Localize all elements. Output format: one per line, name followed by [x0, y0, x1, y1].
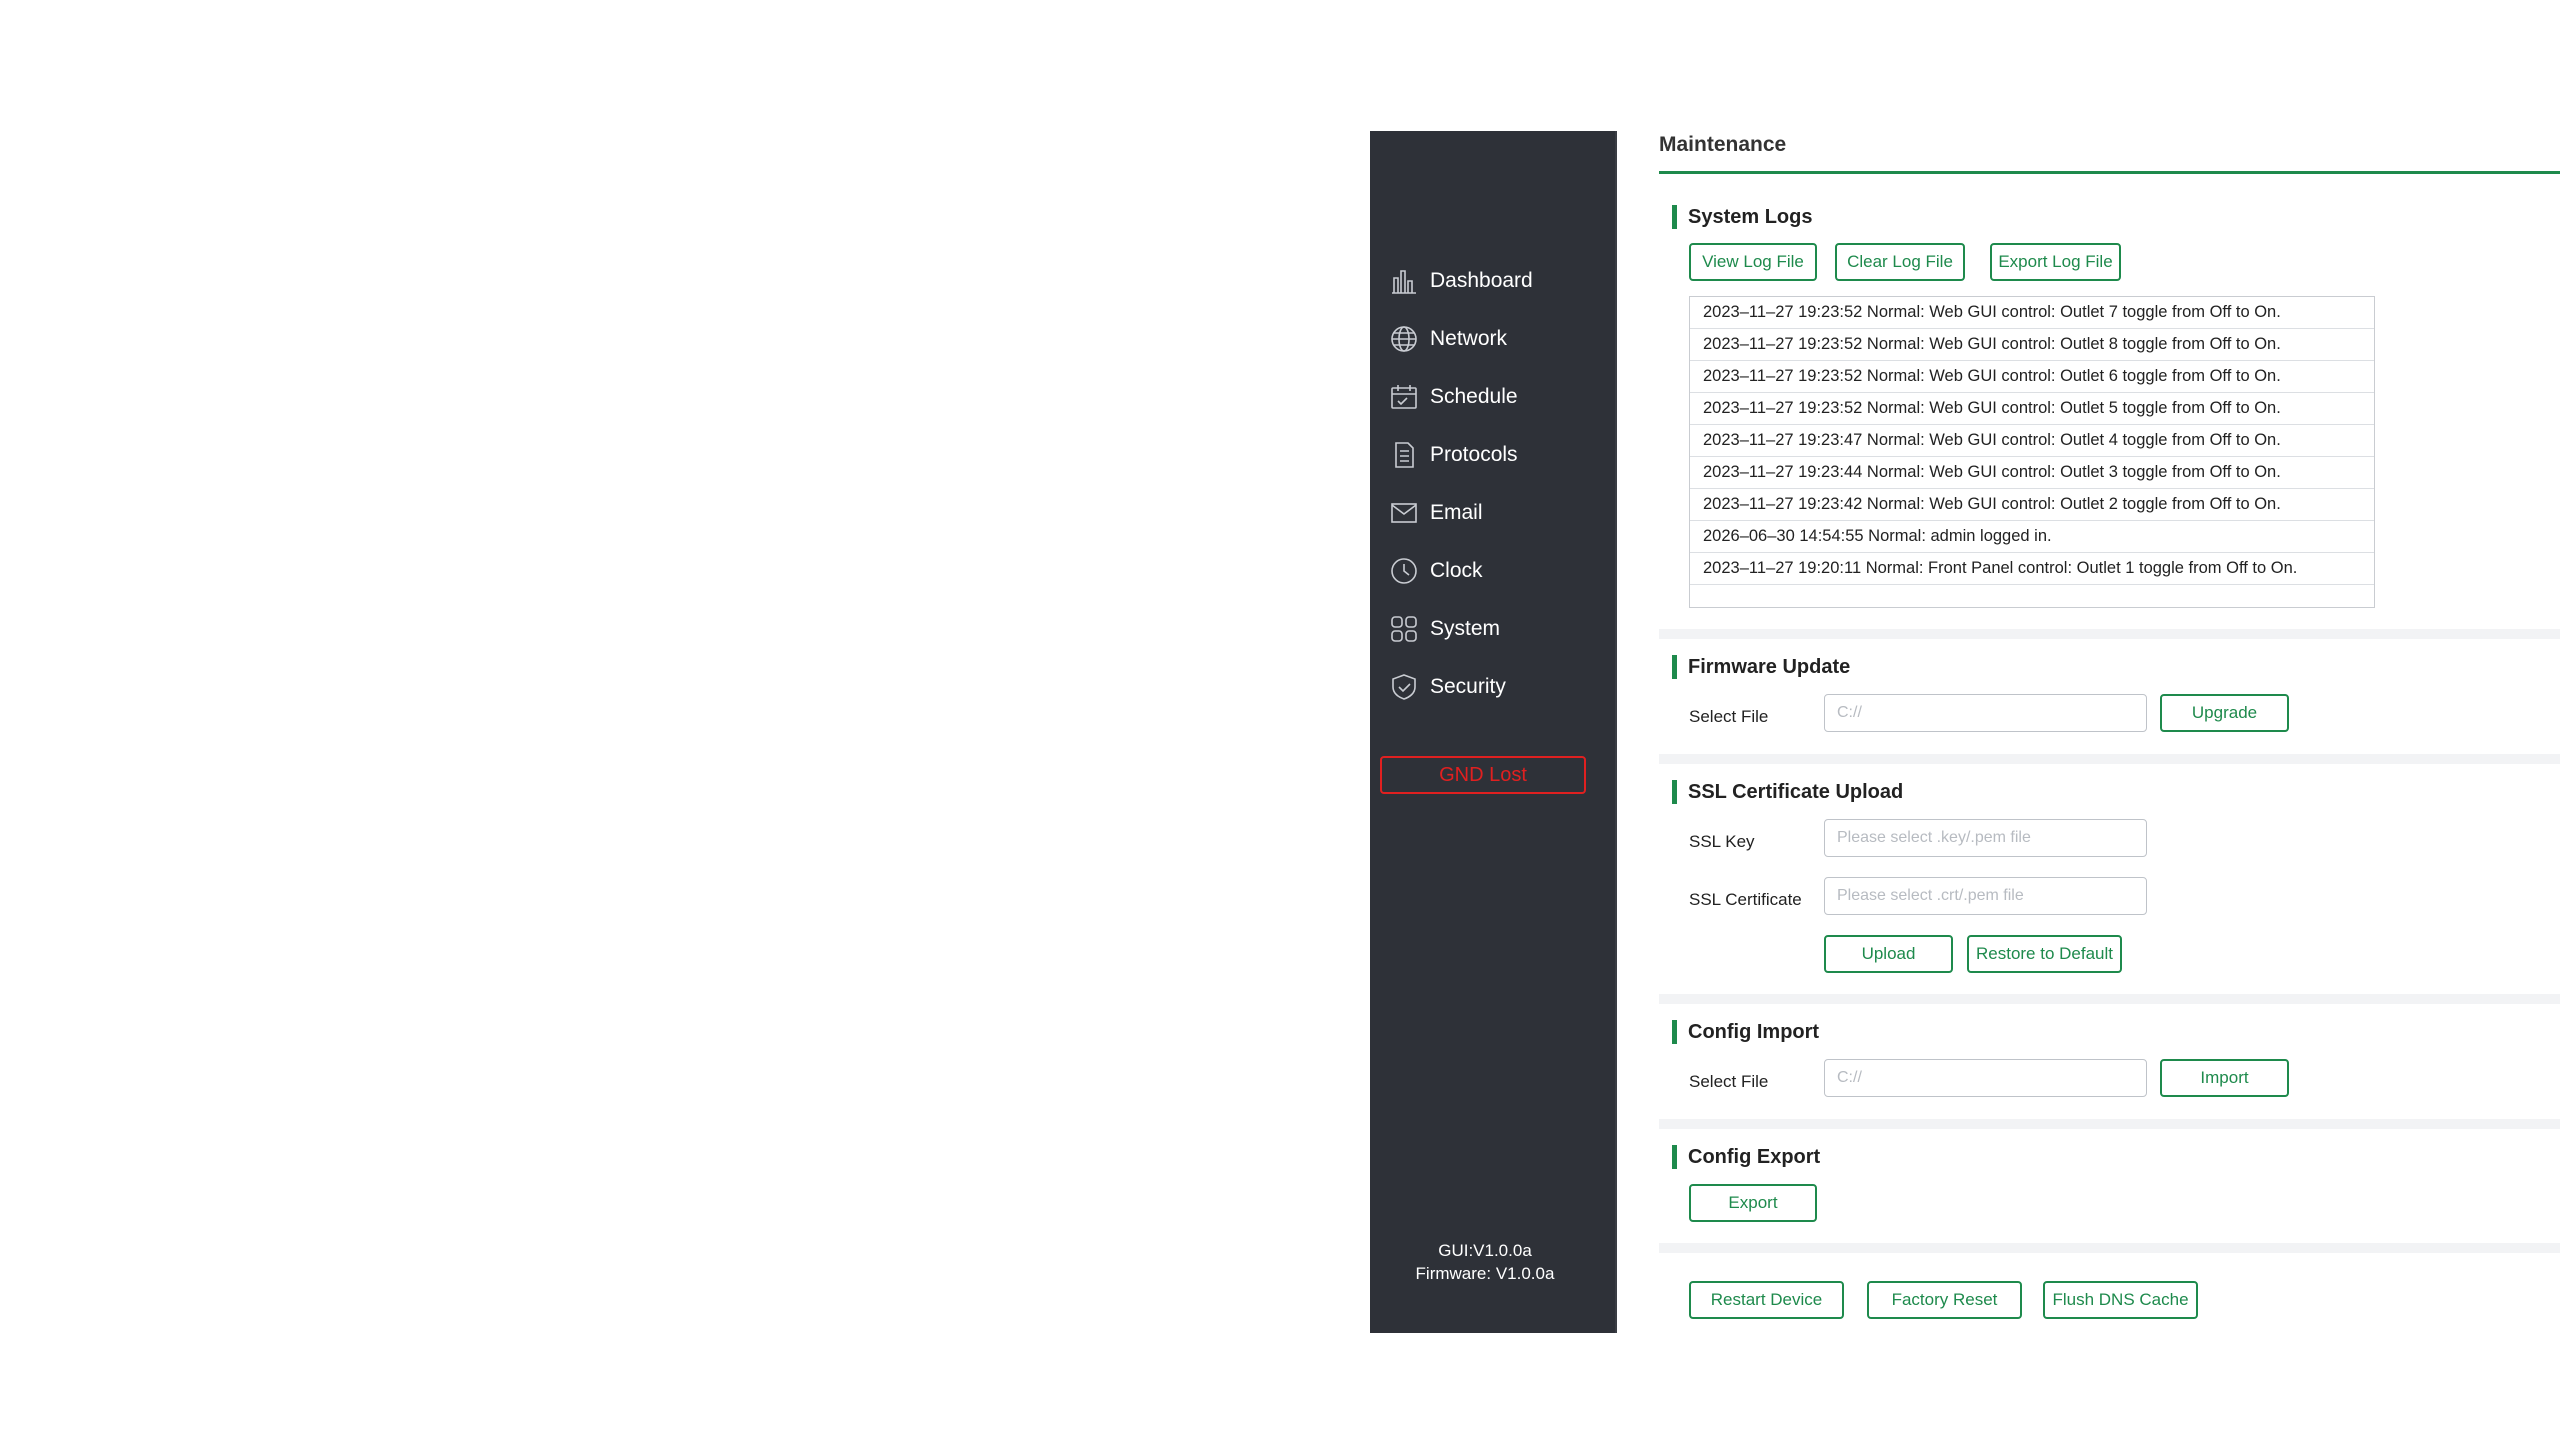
sidebar-item-clock[interactable]: Clock	[1388, 551, 1608, 591]
log-list[interactable]: 2023–11–27 19:23:52 Normal: Web GUI cont…	[1689, 296, 2375, 608]
log-entry: 2023–11–27 19:23:52 Normal: Web GUI cont…	[1690, 361, 2374, 393]
sidebar-item-network[interactable]: Network	[1388, 319, 1608, 359]
app-window: Dashboard Network Schedule Protocols Ema…	[1370, 131, 2560, 1333]
log-entry: 2026–06–30 14:54:55 Normal: admin logged…	[1690, 521, 2374, 553]
sidebar-item-schedule[interactable]: Schedule	[1388, 377, 1608, 417]
section-title-ssl: SSL Certificate Upload	[1672, 779, 1903, 805]
log-entry	[1690, 585, 2374, 616]
calendar-icon	[1388, 381, 1420, 413]
sidebar-item-label: Schedule	[1430, 385, 1518, 408]
import-button[interactable]: Import	[2160, 1059, 2289, 1097]
shield-icon	[1388, 671, 1420, 703]
firmware-file-input[interactable]: C://	[1824, 694, 2147, 732]
upgrade-button[interactable]: Upgrade	[2160, 694, 2289, 732]
ssl-key-label: SSL Key	[1689, 832, 1755, 851]
log-entry: 2023–11–27 19:23:52 Normal: Web GUI cont…	[1690, 393, 2374, 425]
sidebar-item-label: Dashboard	[1430, 269, 1533, 292]
sidebar-item-label: Clock	[1430, 559, 1483, 582]
envelope-icon	[1388, 497, 1420, 529]
log-entry: 2023–11–27 19:23:52 Normal: Web GUI cont…	[1690, 297, 2374, 329]
section-separator	[1659, 754, 2560, 764]
globe-icon	[1388, 323, 1420, 355]
section-title-system-logs: System Logs	[1672, 204, 1812, 230]
clear-log-button[interactable]: Clear Log File	[1835, 243, 1965, 281]
sidebar-item-dashboard[interactable]: Dashboard	[1388, 261, 1608, 301]
clock-icon	[1388, 555, 1420, 587]
sidebar-item-label: System	[1430, 617, 1501, 640]
gui-version: GUI:V1.0.0a	[1438, 1241, 1532, 1260]
select-file-label: Select File	[1689, 707, 1769, 726]
page-title: Maintenance	[1659, 133, 1787, 156]
export-button[interactable]: Export	[1689, 1184, 1817, 1222]
status-badge: GND Lost	[1380, 756, 1586, 794]
main-content: Maintenance System Logs View Log File Cl…	[1617, 131, 2560, 1333]
log-entry: 2023–11–27 19:23:52 Normal: Web GUI cont…	[1690, 329, 2374, 361]
sidebar-item-system[interactable]: System	[1388, 609, 1608, 649]
sidebar: Dashboard Network Schedule Protocols Ema…	[1370, 131, 1615, 1333]
title-divider	[1659, 171, 2560, 174]
section-separator	[1659, 1243, 2560, 1253]
restart-device-button[interactable]: Restart Device	[1689, 1281, 1844, 1319]
ssl-key-input[interactable]: Please select .key/.pem file	[1824, 819, 2147, 857]
firmware-version: Firmware: V1.0.0a	[1415, 1264, 1555, 1283]
log-entry: 2023–11–27 19:23:44 Normal: Web GUI cont…	[1690, 457, 2374, 489]
export-log-button[interactable]: Export Log File	[1990, 243, 2121, 281]
sidebar-item-email[interactable]: Email	[1388, 493, 1608, 533]
section-title-config-export: Config Export	[1672, 1144, 1820, 1170]
section-title-config-import: Config Import	[1672, 1019, 1819, 1045]
restore-default-button[interactable]: Restore to Default	[1967, 935, 2122, 973]
log-entry: 2023–11–27 19:23:42 Normal: Web GUI cont…	[1690, 489, 2374, 521]
ssl-certificate-label: SSL Certificate	[1689, 890, 1802, 909]
sidebar-item-label: Security	[1430, 675, 1506, 698]
upload-button[interactable]: Upload	[1824, 935, 1953, 973]
flush-dns-button[interactable]: Flush DNS Cache	[2043, 1281, 2198, 1319]
section-separator	[1659, 629, 2560, 639]
sidebar-item-protocols[interactable]: Protocols	[1388, 435, 1608, 475]
sidebar-item-security[interactable]: Security	[1388, 667, 1608, 707]
view-log-button[interactable]: View Log File	[1689, 243, 1817, 281]
document-icon	[1388, 439, 1420, 471]
config-file-input[interactable]: C://	[1824, 1059, 2147, 1097]
ssl-certificate-input[interactable]: Please select .crt/.pem file	[1824, 877, 2147, 915]
sidebar-item-label: Network	[1430, 327, 1508, 350]
select-file-label: Select File	[1689, 1072, 1769, 1091]
sidebar-item-label: Email	[1430, 501, 1483, 524]
sidebar-item-label: Protocols	[1430, 443, 1518, 466]
section-title-firmware-update: Firmware Update	[1672, 654, 1850, 680]
dashboard-icon	[1388, 265, 1420, 297]
section-separator	[1659, 994, 2560, 1004]
log-entry: 2023–11–27 19:20:11 Normal: Front Panel …	[1690, 553, 2374, 585]
section-separator	[1659, 1119, 2560, 1129]
factory-reset-button[interactable]: Factory Reset	[1867, 1281, 2022, 1319]
log-entry: 2023–11–27 19:23:47 Normal: Web GUI cont…	[1690, 425, 2374, 457]
grid-icon	[1388, 613, 1420, 645]
